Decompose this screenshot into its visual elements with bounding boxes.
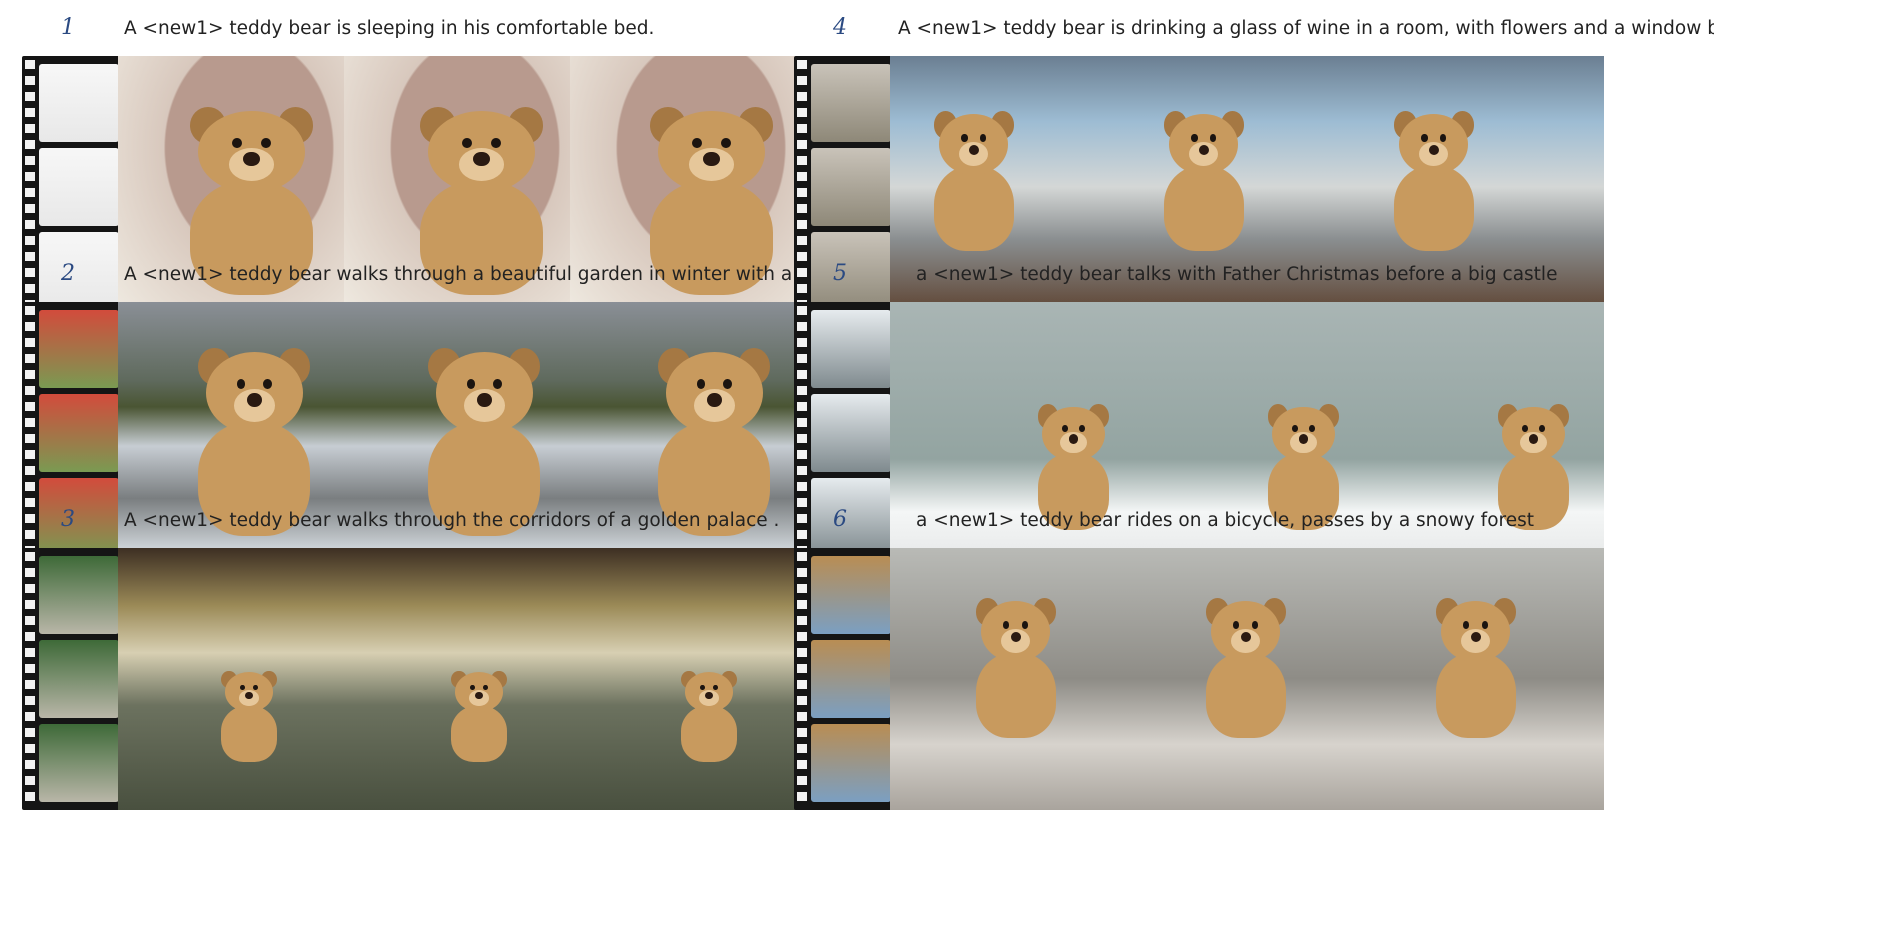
teddy-bear-icon (672, 669, 745, 769)
bear-body (1394, 166, 1474, 252)
film-perforation (25, 552, 35, 806)
reference-video-frame (39, 394, 119, 472)
bear-eye (1079, 424, 1085, 432)
reference-video-frame (39, 310, 119, 388)
reference-video-frame (811, 556, 891, 634)
reference-video-frame (39, 148, 119, 226)
bear-nose (246, 392, 262, 408)
bear-eye (723, 378, 732, 389)
reference-video-frame (811, 640, 891, 718)
bear-eye (1022, 620, 1029, 629)
panel-number: 4 (833, 15, 847, 40)
bear-eye (1522, 424, 1528, 432)
bear-eye (961, 134, 968, 142)
panel-number: 1 (61, 15, 75, 40)
reference-video-frame (811, 310, 891, 388)
teddy-bear-icon (212, 669, 285, 769)
panel-caption: A <new1> teddy bear walks through the co… (124, 510, 780, 531)
bear-eye (1191, 134, 1198, 142)
generated-frame (890, 548, 1152, 810)
bear-eye (1252, 620, 1259, 629)
panel-caption: a <new1> teddy bear talks with Father Ch… (916, 264, 1558, 285)
bear-nose (476, 392, 492, 408)
bear-nose (1470, 631, 1481, 643)
panel-caption: A <new1> teddy bear is sleeping in his c… (124, 18, 655, 39)
panel-6: 6 a <new1> teddy bear rides on a bicycle,… (794, 506, 1734, 810)
panel-number: 2 (61, 261, 75, 286)
bear-nose (1528, 434, 1539, 444)
teddy-bear-icon (963, 595, 1068, 747)
teddy-bear-icon (921, 108, 1026, 260)
bear-eye (1309, 424, 1315, 432)
bear-nose (706, 392, 722, 408)
reference-video-frame (39, 724, 119, 802)
bear-eye (263, 378, 272, 389)
bear-eye (470, 685, 475, 691)
teddy-bear-icon (1193, 595, 1298, 747)
teddy-bear-icon (1151, 108, 1256, 260)
bear-nose (1068, 434, 1079, 444)
reference-video-frame (39, 64, 119, 142)
teddy-bear-icon (1423, 595, 1528, 747)
panel-number: 5 (833, 261, 847, 286)
bear-body (451, 706, 507, 763)
panel-caption: A <new1> teddy bear is drinking a glass … (898, 18, 1714, 39)
bear-eye (692, 137, 702, 149)
reference-video-frame (811, 64, 891, 142)
bear-eye (700, 685, 705, 691)
reference-video-frame (811, 724, 891, 802)
bear-body (934, 166, 1014, 252)
bear-nose (1240, 631, 1251, 643)
generated-frame (570, 548, 832, 810)
generated-frame (1342, 548, 1604, 810)
panel-caption: a <new1> teddy bear rides on a bicycle, … (916, 510, 1534, 531)
reference-video-frame (39, 556, 119, 634)
generated-frame (118, 548, 380, 810)
bear-body (1435, 652, 1516, 738)
teddy-bear-icon (1381, 108, 1486, 260)
bear-nose (1010, 631, 1021, 643)
bear-eye (1062, 424, 1068, 432)
bear-body (681, 706, 737, 763)
reference-video-frame (39, 640, 119, 718)
generated-frame (1116, 548, 1378, 810)
teddy-bear-icon (442, 669, 515, 769)
panel-number: 6 (833, 507, 847, 532)
bear-eye (1482, 620, 1489, 629)
bear-body (1164, 166, 1244, 252)
bear-eye (462, 137, 472, 149)
generated-frame (344, 548, 606, 810)
film-perforation (797, 552, 807, 806)
bear-eye (232, 137, 242, 149)
reference-video-frame (811, 394, 891, 472)
bear-body (1205, 652, 1286, 738)
panel-number: 3 (61, 507, 75, 532)
bear-eye (240, 685, 245, 691)
bear-eye (1539, 424, 1545, 432)
bear-body (221, 706, 277, 763)
reference-video-frame (811, 148, 891, 226)
bear-eye (493, 378, 502, 389)
bear-nose (1298, 434, 1309, 444)
bear-body (975, 652, 1056, 738)
bear-eye (1421, 134, 1428, 142)
bear-eye (1292, 424, 1298, 432)
